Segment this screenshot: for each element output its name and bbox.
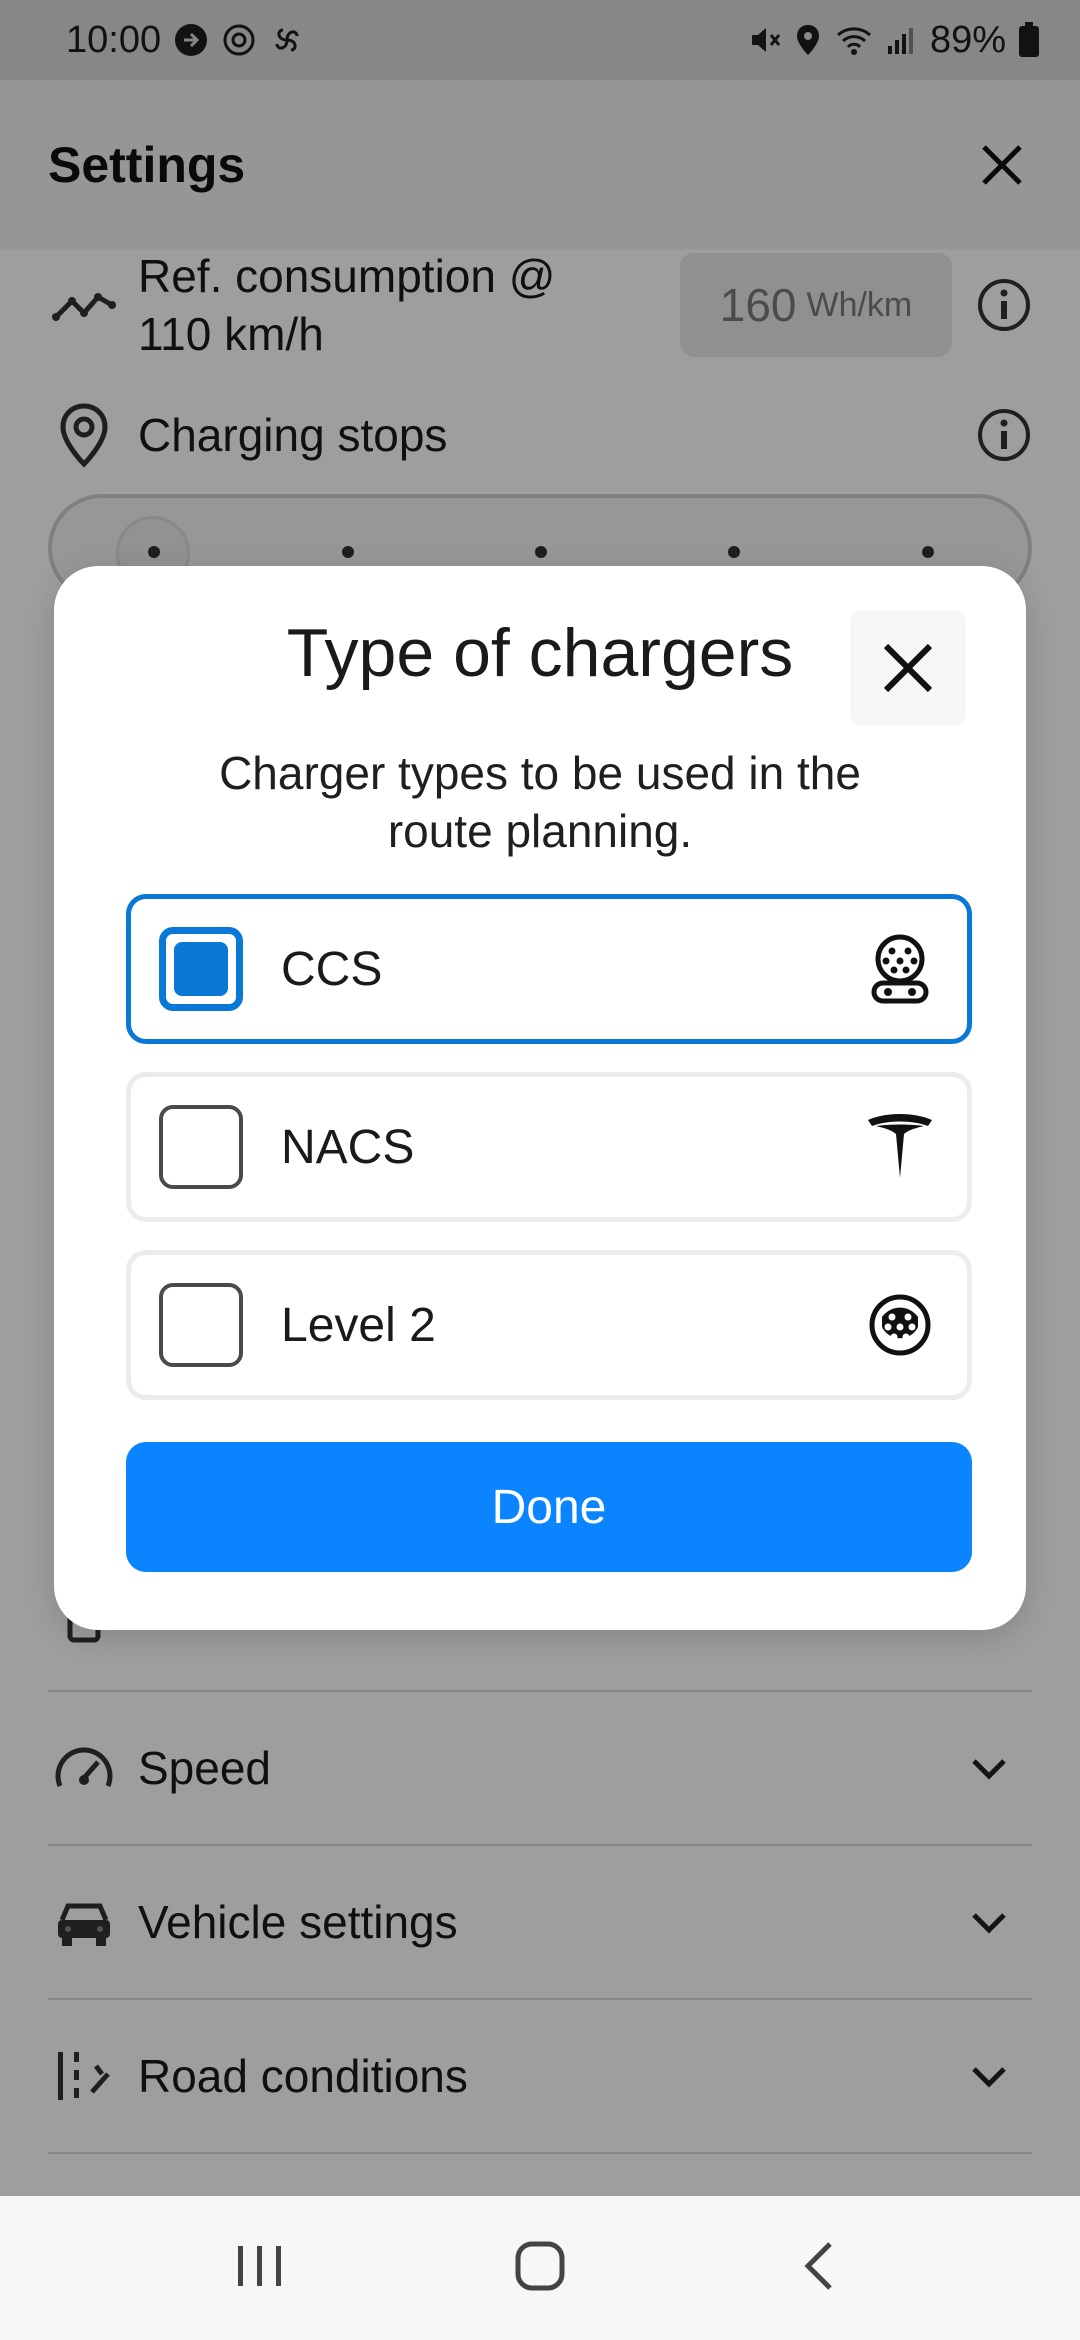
close-icon bbox=[883, 643, 933, 693]
modal-description: Charger types to be used in the route pl… bbox=[219, 747, 861, 857]
checkbox-nacs[interactable] bbox=[159, 1105, 243, 1189]
status-bar-tint bbox=[0, 0, 1080, 80]
modal-close-button[interactable] bbox=[850, 610, 966, 726]
option-label-nacs: NACS bbox=[281, 1120, 415, 1174]
option-label-ccs: CCS bbox=[281, 942, 383, 996]
home-icon bbox=[515, 2241, 565, 2290]
option-label-level2: Level 2 bbox=[281, 1298, 436, 1352]
checkbox-level2[interactable] bbox=[159, 1283, 243, 1367]
recents-icon bbox=[238, 2245, 281, 2286]
charger-option-level2[interactable]: Level 2 bbox=[126, 1250, 972, 1400]
back-icon bbox=[804, 2241, 832, 2290]
nav-bar bbox=[0, 2196, 1080, 2340]
recents-button[interactable] bbox=[230, 2238, 290, 2299]
home-button[interactable] bbox=[510, 2236, 570, 2301]
tesla-logo-icon bbox=[865, 1111, 935, 1183]
done-button[interactable]: Done bbox=[126, 1442, 972, 1572]
screen: 10:00 89% Settings Ref. consumption @ 11… bbox=[0, 0, 1080, 2340]
type2-connector-icon bbox=[865, 1289, 935, 1361]
ccs-connector-icon bbox=[865, 933, 935, 1005]
charger-option-ccs[interactable]: CCS bbox=[126, 894, 972, 1044]
charger-type-modal: Type of chargers Charger types to be use… bbox=[54, 566, 1026, 1630]
back-button[interactable] bbox=[790, 2236, 850, 2301]
charger-option-nacs[interactable]: NACS bbox=[126, 1072, 972, 1222]
checkbox-ccs[interactable] bbox=[159, 927, 243, 1011]
